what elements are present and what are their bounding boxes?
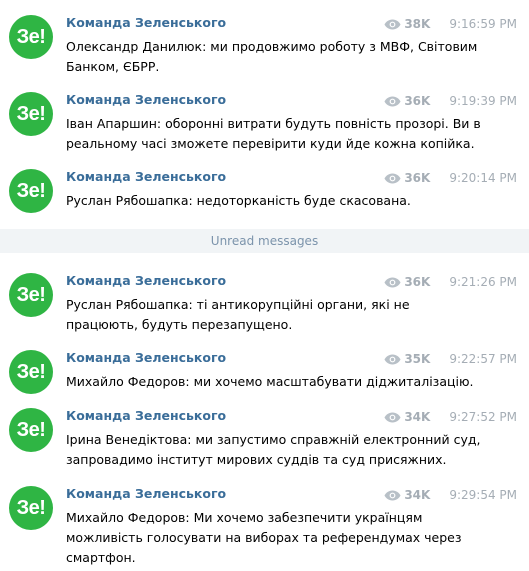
- eye-icon: [384, 354, 401, 364]
- channel-avatar[interactable]: Зе!: [9, 350, 53, 394]
- view-count: 36K: [404, 94, 431, 108]
- channel-avatar[interactable]: Зе!: [9, 408, 53, 452]
- message-author[interactable]: Команда Зеленського: [66, 92, 226, 107]
- message-author[interactable]: Команда Зеленського: [66, 350, 226, 365]
- message-meta: 38K 9:16:59 PM: [384, 15, 517, 33]
- message-time: 9:19:39 PM: [449, 94, 517, 108]
- message-meta: 34K 9:29:54 PM: [384, 486, 517, 504]
- message-time: 9:21:26 PM: [449, 275, 517, 289]
- message-text: Олександр Данилюк: ми продовжимо роботу …: [66, 39, 478, 74]
- message-text: Михайло Федоров: Ми хочемо забезпечити у…: [66, 510, 462, 565]
- message-text: Іван Апаршин: оборонні витрати будуть по…: [66, 116, 481, 151]
- message-author[interactable]: Команда Зеленського: [66, 486, 226, 501]
- view-count: 34K: [404, 488, 431, 502]
- channel-avatar[interactable]: Зе!: [9, 169, 53, 213]
- message-text: Михайло Федоров: ми хочемо масштабувати …: [66, 374, 474, 389]
- message-time: 9:20:14 PM: [449, 171, 517, 185]
- eye-icon: [384, 277, 401, 287]
- message-meta: 36K 9:21:26 PM: [384, 273, 517, 291]
- message-author[interactable]: Команда Зеленського: [66, 408, 226, 423]
- view-count: 38K: [404, 17, 431, 31]
- message-text: Ірина Венедіктова: ми запустимо справжні…: [66, 432, 481, 467]
- message-meta: 35K 9:22:57 PM: [384, 350, 517, 368]
- message-meta: 36K 9:19:39 PM: [384, 92, 517, 110]
- message-time: 9:27:52 PM: [449, 410, 517, 424]
- message-meta: 34K 9:27:52 PM: [384, 408, 517, 426]
- view-count: 36K: [404, 275, 431, 289]
- message-time: 9:16:59 PM: [449, 17, 517, 31]
- view-count: 35K: [404, 352, 431, 366]
- message-author[interactable]: Команда Зеленського: [66, 169, 226, 184]
- message-text: Руслан Рябошапка: ті антикорупційні орга…: [66, 297, 410, 332]
- channel-avatar[interactable]: Зе!: [9, 15, 53, 59]
- message-meta: 36K 9:20:14 PM: [384, 169, 517, 187]
- eye-icon: [384, 412, 401, 422]
- eye-icon: [384, 490, 401, 500]
- channel-avatar[interactable]: Зе!: [9, 92, 53, 136]
- eye-icon: [384, 96, 401, 106]
- channel-avatar[interactable]: Зе!: [9, 273, 53, 317]
- view-count: 34K: [404, 410, 431, 424]
- message-author[interactable]: Команда Зеленського: [66, 15, 226, 30]
- view-count: 36K: [404, 171, 431, 185]
- message-author[interactable]: Команда Зеленського: [66, 273, 226, 288]
- channel-avatar[interactable]: Зе!: [9, 486, 53, 530]
- eye-icon: [384, 19, 401, 29]
- message-time: 9:22:57 PM: [449, 352, 517, 366]
- message-time: 9:29:54 PM: [449, 488, 517, 502]
- eye-icon: [384, 173, 401, 183]
- unread-messages-label: Unread messages: [210, 234, 319, 248]
- message-text: Руслан Рябошапка: недоторканість буде ск…: [66, 193, 411, 208]
- unread-messages-divider: Unread messages: [0, 229, 529, 253]
